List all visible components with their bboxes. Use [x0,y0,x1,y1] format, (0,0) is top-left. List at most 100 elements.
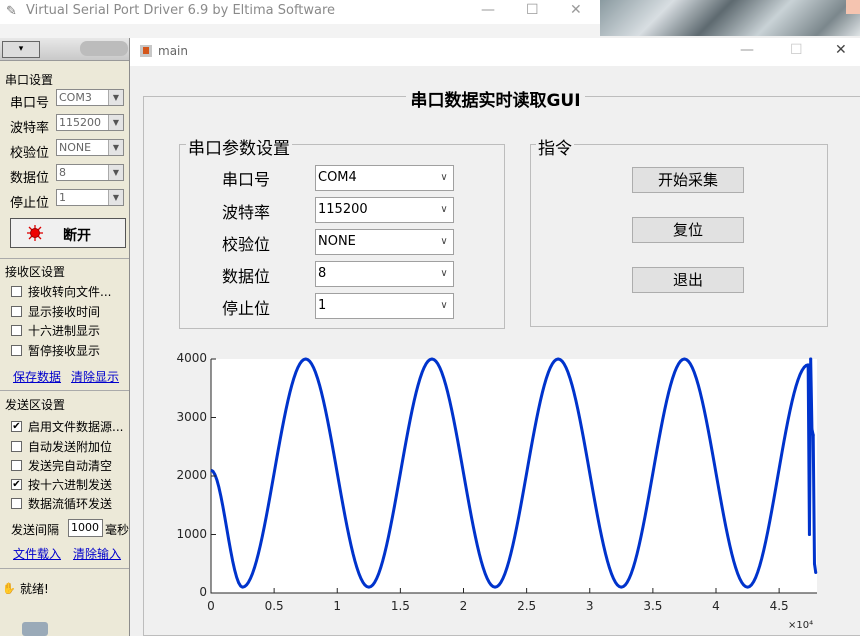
x-tick-label: 4 [712,599,720,613]
y-tick-label: 1000 [176,526,207,541]
auto-append-checkbox[interactable] [11,441,22,452]
main-close-button[interactable]: ✕ [835,42,847,58]
file-source-checkbox[interactable]: ✔ [11,421,22,432]
status-text: 就绪! [20,582,49,596]
chevron-down-icon: ∨ [440,268,448,279]
divider [0,258,129,259]
auto-clear-label: 发送完自动清空 [28,459,113,473]
param-stopbits-label: 停止位 [222,299,271,318]
param-baud-value: 115200 [318,202,368,217]
receive-settings-heading: 接收区设置 [5,265,66,279]
save-data-link[interactable]: 保存数据 [13,368,61,385]
chevron-down-icon: ∨ [440,172,448,183]
param-baud-label: 波特率 [222,203,271,222]
stopbits-select[interactable]: 1 ▼ [56,189,124,206]
vspd-titlebar: ✎ Virtual Serial Port Driver 6.9 by Elti… [0,0,600,25]
serial-assistant-panel: ▾ 串口设置 串口号 COM3 ▼ 波特率 115200 ▼ 校验位 NONE ▼ 数… [0,38,130,636]
pause-display-label: 暂停接收显示 [28,344,101,358]
clear-input-link[interactable]: 清除输入 [73,545,121,562]
send-settings-heading: 发送区设置 [5,398,66,412]
interval-label: 发送间隔 [11,523,60,537]
param-parity-select[interactable]: NONE ∨ [315,229,454,255]
disconnect-button[interactable]: 断开 [10,218,126,248]
databits-select[interactable]: 8 ▼ [56,164,124,181]
param-stopbits-value: 1 [318,298,327,313]
clear-display-link[interactable]: 清除显示 [71,368,119,385]
x-tick-label: 1 [333,599,342,613]
receive-to-file-label: 接收转向文件... [28,285,112,299]
x-tick-label: 1.5 [390,599,410,613]
gui-title: 串口数据实时读取GUI [130,86,860,111]
param-databits-select[interactable]: 8 ∨ [315,261,454,287]
param-parity-label: 校验位 [222,235,271,254]
chevron-down-icon: ∨ [440,236,448,247]
baud-select[interactable]: 115200 ▼ [56,114,124,131]
plot-area[interactable] [210,357,818,594]
x-tick-label: 2.5 [517,599,537,613]
parity-label: 校验位 [10,146,50,161]
param-port-select[interactable]: COM4 ∨ [315,165,454,191]
param-stopbits-select[interactable]: 1 ∨ [315,293,454,319]
axis-lines [210,359,817,594]
param-databits-value: 8 [318,266,327,281]
red-led-icon [27,225,43,241]
main-figure-window: main — ☐ ✕ 串口数据实时读取GUI 串口参数设置 串口号 COM4 ∨ … [129,38,860,636]
stopbits-label: 停止位 [10,196,50,211]
main-minimize-button[interactable]: — [740,42,754,58]
stopbits-value: 1 [59,191,66,204]
parity-select[interactable]: NONE ▼ [56,139,124,156]
matlab-icon [140,45,152,57]
port-value: COM3 [59,91,92,104]
receive-to-file-checkbox[interactable] [11,286,22,297]
y-tick-label: 0 [199,585,207,599]
port-select[interactable]: COM3 ▼ [56,89,124,106]
chevron-down-icon: ▼ [108,165,123,180]
background-photo [600,0,860,36]
vspd-minimize-button[interactable]: — [481,2,495,18]
param-port-value: COM4 [318,170,357,185]
interval-unit: 毫秒 [105,523,130,537]
x-tick-label: 0 [207,599,215,613]
loop-send-label: 数据流循环发送 [28,497,113,511]
disconnect-label: 断开 [63,228,91,244]
auto-clear-checkbox[interactable] [11,460,22,471]
reset-button[interactable]: 复位 [632,217,744,243]
interval-input[interactable]: 1000 [68,519,103,537]
x-tick-label: 4.5 [769,599,789,613]
series-point [809,357,813,361]
y-tick-label: 4000 [176,351,207,365]
vspd-maximize-button[interactable]: ☐ [526,2,539,18]
param-databits-label: 数据位 [222,267,271,286]
taskbar-icon [22,622,48,636]
file-load-link[interactable]: 文件载入 [13,545,61,562]
show-time-checkbox[interactable] [11,306,22,317]
chevron-down-icon: ▼ [108,140,123,155]
param-baud-select[interactable]: 115200 ∨ [315,197,454,223]
hex-display-checkbox[interactable] [11,325,22,336]
auto-append-label: 自动发送附加位 [28,440,113,454]
commands-group-title: 指令 [536,134,574,159]
vspd-close-button[interactable]: ✕ [570,2,582,18]
start-button[interactable]: 开始采集 [632,167,744,193]
vspd-app-icon: ✎ [6,4,17,19]
toolbar-dropdown[interactable]: ▾ [2,41,40,58]
hex-send-checkbox[interactable]: ✔ [11,479,22,490]
port-label: 串口号 [10,96,50,111]
main-window-title: main [158,44,188,58]
divider [0,390,129,391]
databits-label: 数据位 [10,171,50,186]
vspd-menubar [0,24,600,38]
main-maximize-button[interactable]: ☐ [790,42,803,58]
serial-settings-heading: 串口设置 [5,73,54,87]
hex-send-label: 按十六进制发送 [28,478,113,492]
chevron-down-icon: ∨ [440,300,448,311]
toolbar-slider[interactable] [80,41,128,56]
vspd-window-title: Virtual Serial Port Driver 6.9 by Eltima… [26,3,336,18]
exit-button[interactable]: 退出 [632,267,744,293]
gui-title-text: 串口数据实时读取GUI [406,91,585,111]
param-port-label: 串口号 [222,170,271,189]
pause-display-checkbox[interactable] [11,345,22,356]
chevron-down-icon: ▼ [108,115,123,130]
loop-send-checkbox[interactable] [11,498,22,509]
x-tick-label: 3 [585,599,594,613]
